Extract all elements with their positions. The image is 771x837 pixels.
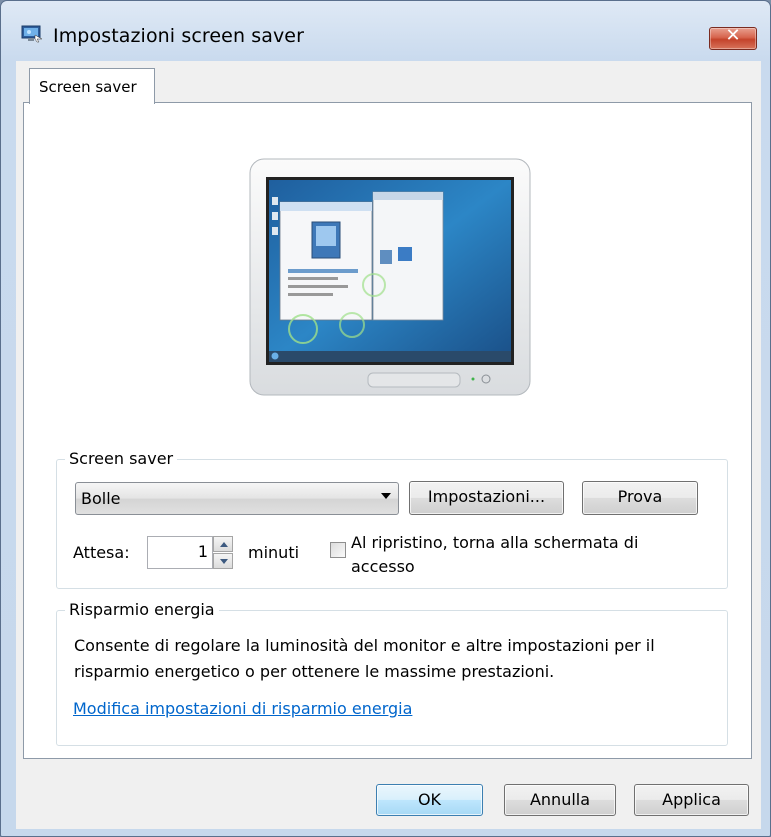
tab-screen-saver[interactable]: Screen saver — [29, 68, 155, 104]
resume-login-label[interactable]: Al ripristino, torna alla schermata di a… — [351, 531, 638, 579]
arrow-up-icon — [220, 542, 228, 547]
wait-minutes-spinner — [213, 536, 233, 569]
spin-up-button[interactable] — [213, 536, 233, 552]
chevron-down-icon — [381, 493, 391, 499]
resume-login-checkbox[interactable] — [330, 542, 346, 558]
spin-down-button[interactable] — [213, 553, 233, 569]
ok-button[interactable]: OK — [376, 784, 483, 816]
ok-button-label: OK — [417, 790, 442, 809]
resume-login-label-line1: Al ripristino, torna alla schermata di — [351, 533, 639, 552]
screen-saver-select-value: Bolle — [81, 489, 121, 508]
power-group-label: Risparmio energia — [65, 600, 219, 619]
wait-minutes-input[interactable]: 1 — [147, 536, 213, 569]
apply-button-label: Applica — [662, 790, 721, 809]
screen-saver-group-label: Screen saver — [65, 449, 178, 468]
close-button[interactable]: ✕ — [709, 25, 757, 50]
screen-saver-select[interactable]: Bolle — [75, 482, 399, 515]
cancel-button[interactable]: Annulla — [504, 784, 616, 816]
preview-button[interactable]: Prova — [582, 481, 698, 515]
title-bar[interactable]: Impostazioni screen saver ✕ — [1, 1, 770, 50]
wait-minutes-value: 1 — [197, 542, 208, 561]
dialog-window: Impostazioni screen saver ✕ Screen saver — [0, 0, 771, 837]
wait-unit-label: minuti — [248, 543, 300, 562]
power-description-line1: Consente di regolare la luminosità del m… — [74, 636, 655, 655]
preview-button-label: Prova — [617, 487, 663, 506]
wait-label: Attesa: — [73, 543, 130, 562]
close-icon: ✕ — [725, 25, 741, 46]
resume-login-label-line2: accesso — [351, 557, 415, 576]
power-description: Consente di regolare la luminosità del m… — [74, 633, 714, 685]
settings-button[interactable]: Impostazioni... — [409, 481, 564, 515]
tab-label: Screen saver — [39, 78, 137, 96]
arrow-down-icon — [220, 559, 228, 564]
power-description-line2: risparmio energetico o per ottenere le m… — [74, 662, 555, 681]
power-settings-link[interactable]: Modifica impostazioni di risparmio energ… — [73, 699, 412, 718]
monitor-preview — [249, 158, 531, 396]
screen-saver-app-icon — [21, 25, 43, 43]
settings-button-label: Impostazioni... — [427, 487, 546, 506]
cancel-button-label: Annulla — [529, 790, 591, 809]
window-title: Impostazioni screen saver — [53, 25, 305, 47]
apply-button[interactable]: Applica — [634, 784, 749, 816]
